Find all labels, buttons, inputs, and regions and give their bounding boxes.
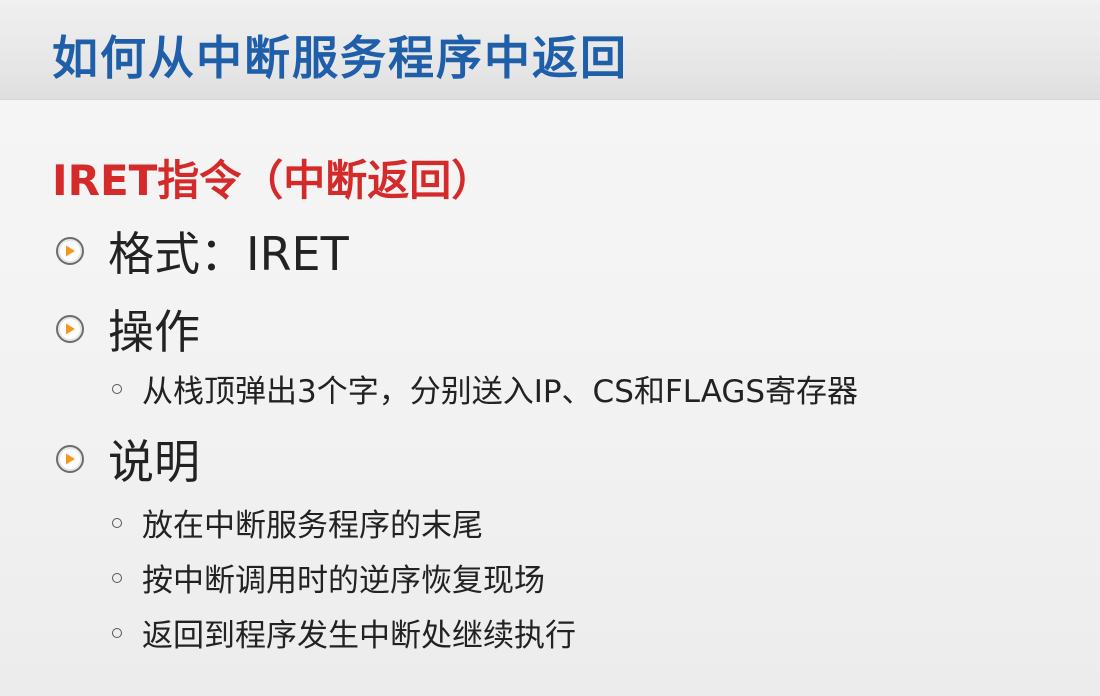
sub-bullet-text: 从栈顶弹出3个字，分别送入IP、CS和FLAGS寄存器 xyxy=(142,374,859,410)
play-circle-icon xyxy=(56,315,84,343)
bullet-operation-text: 操作 xyxy=(108,305,200,359)
sub-bullet-explanation-1: 放在中断服务程序的末尾 xyxy=(112,500,483,545)
title-bar: 如何从中断服务程序中返回 xyxy=(0,0,1100,100)
play-circle-icon xyxy=(56,445,84,473)
sub-bullet-explanation-3: 返回到程序发生中断处继续执行 xyxy=(112,610,576,655)
sub-bullet-text: 放在中断服务程序的末尾 xyxy=(142,508,483,544)
hollow-circle-icon xyxy=(112,627,122,638)
slide-title: 如何从中断服务程序中返回 xyxy=(52,31,628,85)
sub-bullet-explanation-2: 按中断调用时的逆序恢复现场 xyxy=(112,555,545,600)
sub-bullet-text: 返回到程序发生中断处继续执行 xyxy=(142,618,576,654)
bullet-explanation: 说明 xyxy=(56,426,200,492)
hollow-circle-icon xyxy=(112,517,122,528)
sub-bullet-operation-1: 从栈顶弹出3个字，分别送入IP、CS和FLAGS寄存器 xyxy=(112,366,858,411)
play-circle-icon xyxy=(56,237,84,265)
bullet-format: 格式：IRET xyxy=(56,218,349,284)
bullet-explanation-text: 说明 xyxy=(108,435,200,489)
hollow-circle-icon xyxy=(112,572,122,583)
hollow-circle-icon xyxy=(112,383,122,394)
sub-bullet-text: 按中断调用时的逆序恢复现场 xyxy=(142,563,545,599)
bullet-format-text: 格式：IRET xyxy=(108,227,349,281)
slide: 如何从中断服务程序中返回 IRET指令（中断返回） 格式：IRET 操作 从栈顶… xyxy=(0,0,1100,696)
bullet-operation: 操作 xyxy=(56,296,200,362)
slide-subtitle: IRET指令（中断返回） xyxy=(52,156,494,205)
